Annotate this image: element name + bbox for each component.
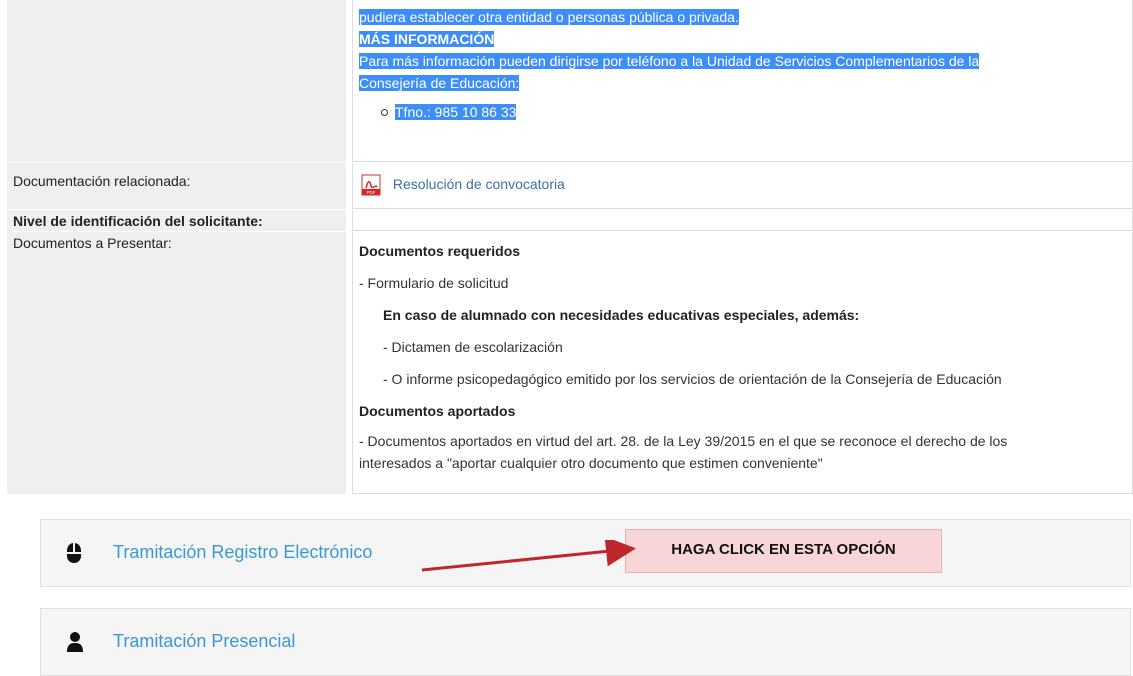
row-nivel: Nivel de identificación del solicitante: — [7, 210, 1133, 232]
required-doc-item: - Formulario de solicitud — [359, 275, 509, 291]
special-needs-item-2: - O informe psicopedagógico emitido por … — [383, 371, 1002, 387]
more-info-heading: MÁS INFORMACIÓN — [359, 31, 495, 47]
label-cell-empty — [7, 0, 346, 162]
documentos-cell: Documentos requeridos - Formulario de so… — [352, 232, 1133, 494]
click-hint-callout: HAGA CLICK EN ESTA OPCIÓN — [625, 529, 942, 573]
phone-list: Tfno.: 985 10 86 33 — [353, 102, 1132, 122]
special-needs-heading: En caso de alumnado con necesidades educ… — [383, 307, 860, 323]
phone-item: Tfno.: 985 10 86 33 — [381, 102, 1132, 122]
documentos-label: Documentos a Presentar: — [7, 232, 346, 494]
special-needs-item-1: - Dictamen de escolarización — [383, 339, 563, 355]
in-person-option[interactable]: Tramitación Presencial — [40, 608, 1131, 676]
phone-number: Tfno.: 985 10 86 33 — [395, 104, 517, 120]
user-icon — [67, 632, 83, 652]
resolucion-link[interactable]: PDF Resolución de convocatoria — [361, 174, 565, 196]
nivel-cell — [352, 210, 1133, 231]
documentacion-label: Documentación relacionada: — [7, 163, 346, 209]
annotation-arrow — [421, 540, 636, 572]
pdf-icon: PDF — [361, 174, 381, 196]
row-description: pudiera establecer otra entidad o person… — [7, 0, 1133, 163]
info-table: pudiera establecer otra entidad o person… — [7, 0, 1133, 495]
resolucion-link-text: Resolución de convocatoria — [392, 175, 565, 192]
description-line-3: Consejería de Educación: — [359, 75, 520, 91]
provided-docs-text-2: interesados a "aportar cualquier otro do… — [359, 455, 823, 471]
in-person-link[interactable]: Tramitación Presencial — [113, 631, 295, 652]
required-docs-heading: Documentos requeridos — [359, 243, 521, 259]
description-cell: pudiera establecer otra entidad o person… — [352, 0, 1133, 162]
documentacion-cell: PDF Resolución de convocatoria — [352, 163, 1133, 209]
nivel-label: Nivel de identificación del solicitante: — [7, 210, 346, 231]
documentos-content: Documentos requeridos - Formulario de so… — [353, 232, 1132, 482]
description-text: pudiera establecer otra entidad o person… — [353, 0, 1132, 94]
electronic-registration-link[interactable]: Tramitación Registro Electrónico — [113, 542, 372, 563]
svg-text:PDF: PDF — [367, 190, 376, 195]
row-documentos: Documentos a Presentar: Documentos reque… — [7, 232, 1133, 495]
description-line-1: pudiera establecer otra entidad o person… — [359, 9, 739, 25]
mouse-icon — [66, 543, 82, 563]
row-documentacion: Documentación relacionada: PDF Resolució… — [7, 163, 1133, 210]
provided-docs-heading: Documentos aportados — [359, 403, 516, 419]
description-line-2: Para más información pueden dirigirse po… — [359, 53, 980, 69]
provided-docs-text-1: - Documentos aportados en virtud del art… — [359, 433, 1008, 449]
